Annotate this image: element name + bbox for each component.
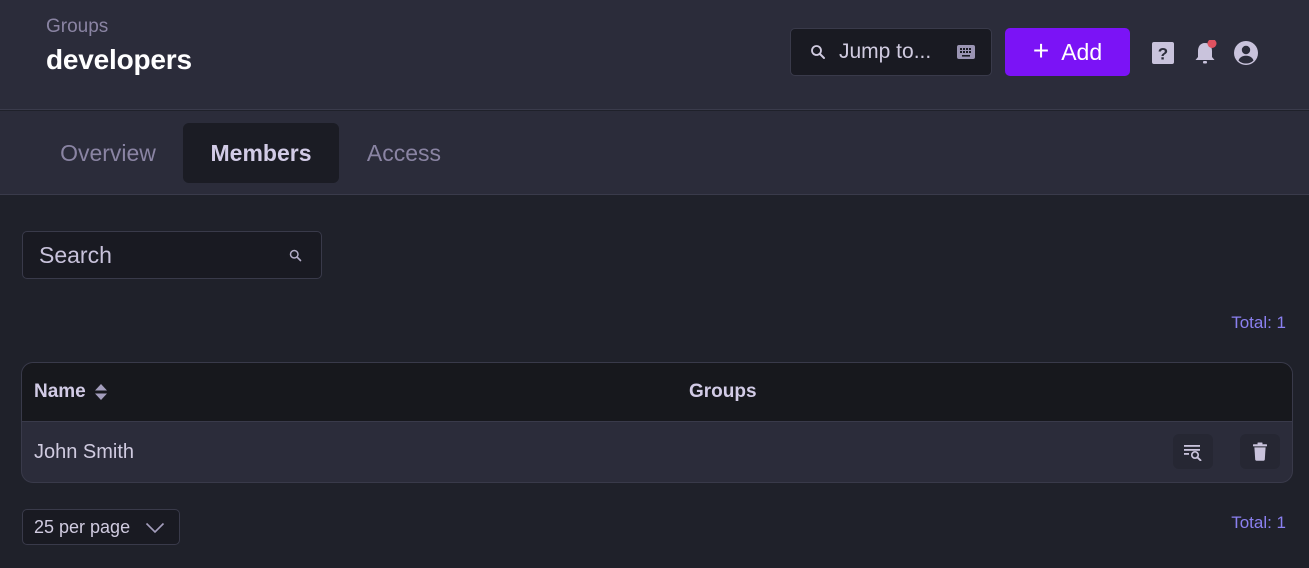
per-page-select[interactable]: 25 per page	[22, 509, 180, 545]
table-header: Name Groups	[22, 363, 1292, 422]
tab-bar: Overview Members Access	[0, 111, 1309, 195]
plus-icon: +	[1032, 34, 1050, 66]
trash-icon	[1253, 442, 1267, 461]
delete-button[interactable]	[1240, 434, 1280, 469]
bell-icon[interactable]	[1192, 40, 1218, 66]
jump-to-button[interactable]: Jump to...	[790, 28, 992, 76]
per-page-label: 25 per page	[34, 516, 131, 537]
search-icon	[289, 249, 302, 262]
jump-to-label: Jump to...	[839, 40, 932, 63]
search-field[interactable]	[22, 231, 322, 279]
total-count-bottom: Total: 1	[1231, 513, 1286, 532]
tab-members[interactable]: Members	[183, 123, 339, 183]
breadcrumb[interactable]: Groups	[46, 16, 108, 38]
view-details-button[interactable]	[1173, 434, 1213, 469]
page-title: developers	[46, 44, 192, 75]
sort-icon	[94, 384, 107, 400]
tab-access[interactable]: Access	[346, 123, 462, 183]
user-avatar-icon[interactable]	[1233, 40, 1259, 66]
table-row[interactable]: John Smith	[22, 423, 1292, 482]
svg-text:?: ?	[1158, 45, 1168, 64]
list-search-icon	[1184, 444, 1202, 461]
page-header: Groups developers Jump to... + Add ?	[0, 0, 1309, 110]
search-input[interactable]	[39, 232, 279, 278]
add-button-label: Add	[1061, 38, 1103, 65]
add-button[interactable]: + Add	[1005, 28, 1130, 76]
members-table: Name Groups John Smith	[21, 362, 1293, 483]
tab-overview[interactable]: Overview	[40, 123, 176, 183]
help-icon[interactable]: ?	[1150, 40, 1176, 66]
column-header-groups: Groups	[689, 381, 757, 402]
keyboard-icon	[957, 45, 975, 59]
chevron-down-icon	[145, 522, 165, 534]
total-count-top: Total: 1	[1231, 313, 1286, 332]
column-header-name-label: Name	[34, 381, 86, 402]
column-header-name[interactable]: Name	[34, 381, 108, 403]
member-name: John Smith	[34, 441, 135, 463]
search-icon	[811, 45, 825, 59]
